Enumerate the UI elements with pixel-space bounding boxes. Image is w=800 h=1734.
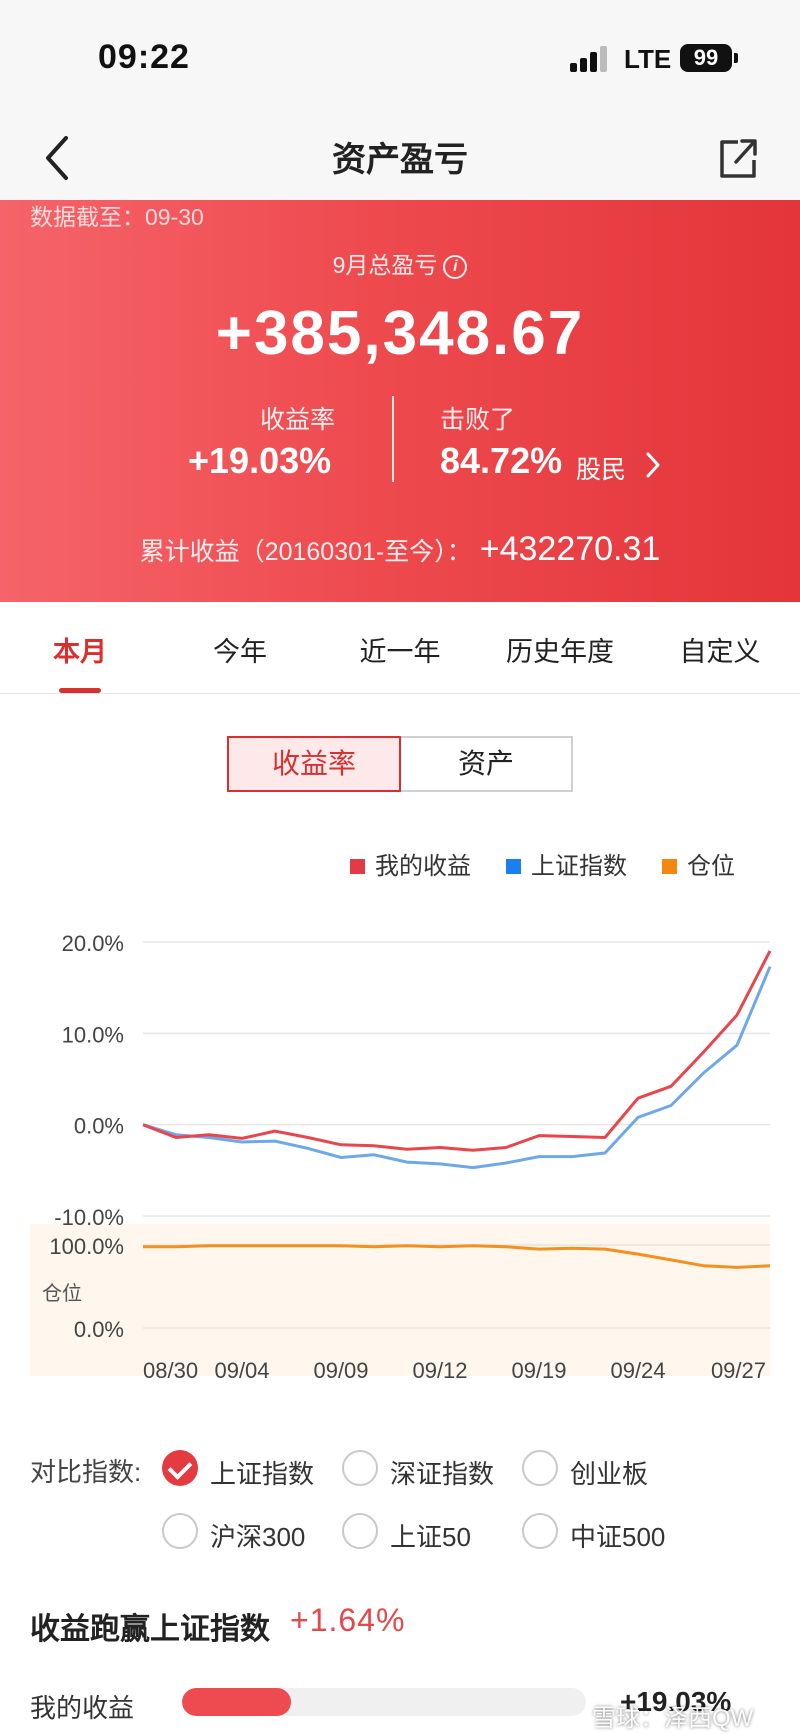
- tab-underline: [59, 688, 101, 693]
- legend-label: 我的收益: [375, 853, 471, 880]
- legend-label: 上证指数: [531, 853, 627, 880]
- position-y-tick-label: 100.0%: [49, 1234, 124, 1259]
- beat-index-diff: +1.64%: [290, 1602, 406, 1638]
- radio-label-csi300[interactable]: 沪深300: [210, 1517, 305, 1554]
- y-tick-label: 20.0%: [62, 931, 124, 956]
- y-tick-label: -10.0%: [54, 1205, 124, 1230]
- my-return-bar-track: [182, 1688, 586, 1716]
- cumulative-label: 累计收益（20160301-至今）：: [139, 538, 472, 566]
- x-tick-label: 09/19: [511, 1358, 566, 1383]
- compare-label: 对比指数:: [30, 1457, 142, 1487]
- position-axis-label: 仓位: [42, 1282, 82, 1305]
- battery-icon: 99: [680, 44, 732, 72]
- radio-label-csi500[interactable]: 中证500: [570, 1517, 665, 1554]
- tab-history[interactable]: 历史年度: [480, 630, 640, 669]
- series-my-return: [142, 950, 772, 1152]
- signal-icon: [570, 46, 610, 72]
- my-return-bar-fill: [182, 1688, 292, 1716]
- nav-bar: 资产盈亏: [0, 118, 800, 200]
- status-time: 09:22: [98, 38, 190, 76]
- beat-suffix[interactable]: 股民: [576, 450, 626, 486]
- beat-index-title: 收益跑赢上证指数: [30, 1613, 270, 1646]
- share-icon[interactable]: [716, 132, 760, 182]
- legend-sh-index: 上证指数: [506, 846, 627, 881]
- beat-value[interactable]: 84.72%: [440, 440, 562, 482]
- segment-assets[interactable]: 资产: [401, 736, 573, 792]
- page-title: 资产盈亏: [332, 141, 468, 179]
- data-date: 数据截至：09-30: [30, 198, 204, 232]
- total-profit-label: 9月总盈亏 i: [0, 246, 800, 280]
- status-bar: 09:22 LTE 99: [0, 0, 800, 118]
- radio-sse50[interactable]: [342, 1513, 378, 1549]
- legend-swatch: [350, 859, 365, 874]
- summary-header: 数据截至：09-30 9月总盈亏 i +385,348.67 收益率 +19.03…: [0, 200, 800, 602]
- radio-chinext[interactable]: [522, 1450, 558, 1486]
- position-y-tick-label: 0.0%: [74, 1317, 124, 1342]
- x-tick-label: 08/30: [143, 1358, 198, 1383]
- radio-label-sh-index[interactable]: 上证指数: [210, 1454, 314, 1491]
- battery-tip: [734, 53, 738, 63]
- x-tick-label: 09/09: [313, 1358, 368, 1383]
- legend-position: 仓位: [662, 846, 735, 881]
- tab-last-year[interactable]: 近一年: [320, 630, 480, 669]
- x-tick-label: 09/12: [412, 1358, 467, 1383]
- segment-yield[interactable]: 收益率: [227, 736, 401, 792]
- radio-label-sz-index[interactable]: 深证指数: [390, 1454, 494, 1491]
- hero-divider: [392, 396, 394, 482]
- radio-label-sse50[interactable]: 上证50: [390, 1517, 471, 1554]
- total-profit-amount: +385,348.67: [215, 299, 585, 368]
- tab-custom[interactable]: 自定义: [640, 630, 800, 669]
- radio-csi300[interactable]: [162, 1513, 198, 1549]
- my-return-bar-label: 我的收益: [30, 1693, 135, 1723]
- cumulative-value: +432270.31: [479, 530, 661, 568]
- total-profit-label-text: 9月总盈亏: [332, 252, 438, 278]
- y-tick-label: 0.0%: [74, 1114, 124, 1139]
- tab-this-year[interactable]: 今年: [160, 630, 320, 669]
- network-type: LTE: [624, 44, 672, 74]
- chevron-right-icon[interactable]: [644, 450, 662, 480]
- radio-csi500[interactable]: [522, 1513, 558, 1549]
- tab-this-month[interactable]: 本月: [0, 630, 160, 669]
- yield-label: 收益率: [260, 406, 336, 434]
- radio-sz-index[interactable]: [342, 1450, 378, 1486]
- return-chart: 20.0% 10.0% 0.0% -10.0% 100.0% 0.0% 仓位 08/30 09/…: [30, 931, 772, 1383]
- data-date-label: 数据截至：: [30, 204, 145, 230]
- data-date-value: 09-30: [145, 204, 204, 230]
- radio-sh-index[interactable]: [162, 1450, 198, 1486]
- cumulative-row: 累计收益（20160301-至今）： +432270.31: [0, 530, 800, 569]
- watermark: 雪球：泽西QW: [592, 1705, 754, 1732]
- info-icon[interactable]: i: [443, 254, 468, 279]
- period-tabs: 本月 今年 近一年 历史年度 自定义: [0, 602, 800, 694]
- x-tick-label: 09/24: [610, 1358, 665, 1383]
- radio-label-chinext[interactable]: 创业板: [570, 1454, 648, 1491]
- legend-label: 仓位: [687, 853, 735, 880]
- y-tick-label: 10.0%: [62, 1022, 124, 1047]
- legend-swatch: [506, 859, 521, 874]
- beat-label[interactable]: 击败了: [440, 400, 515, 436]
- legend-swatch: [662, 859, 677, 874]
- yield-value: +19.03%: [188, 440, 332, 481]
- x-tick-label: 09/04: [214, 1358, 269, 1383]
- legend-my-return: 我的收益: [350, 846, 471, 881]
- x-tick-label: 09/27: [711, 1358, 766, 1383]
